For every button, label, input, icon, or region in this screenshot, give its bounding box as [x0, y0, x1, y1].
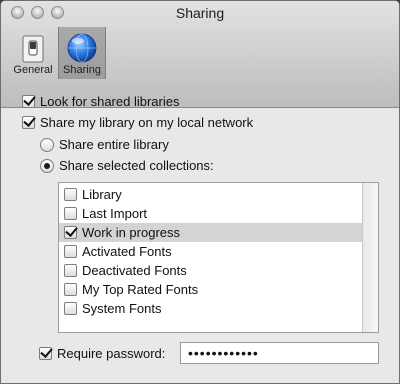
collection-label: Library	[82, 187, 122, 202]
toolbar-label-general: General	[13, 64, 53, 76]
toolbar-item-general[interactable]: General	[10, 27, 56, 79]
list-item[interactable]: System Fonts	[59, 299, 362, 318]
collection-checkbox[interactable]	[64, 226, 77, 239]
list-item[interactable]: Last Import	[59, 204, 362, 223]
collection-label: Deactivated Fonts	[82, 263, 187, 278]
look-shared-label: Look for shared libraries	[40, 94, 180, 109]
list-item[interactable]: Activated Fonts	[59, 242, 362, 261]
list-scrollbar[interactable]	[362, 183, 378, 332]
list-item[interactable]: Library	[59, 185, 362, 204]
list-item[interactable]: Deactivated Fonts	[59, 261, 362, 280]
collection-label: System Fonts	[82, 301, 162, 316]
look-shared-checkbox[interactable]	[22, 95, 35, 108]
list-item[interactable]: Work in progress	[59, 223, 362, 242]
require-password-checkbox[interactable]	[39, 347, 52, 360]
share-entire-row[interactable]: Share entire library	[40, 137, 169, 152]
window-title: Sharing	[175, 5, 225, 21]
collection-checkbox[interactable]	[64, 264, 77, 277]
sharing-window: Sharing General Sharing Look for shared …	[0, 0, 400, 384]
collection-checkbox[interactable]	[64, 188, 77, 201]
share-library-checkbox[interactable]	[22, 116, 35, 129]
collection-label: Activated Fonts	[82, 244, 172, 259]
collection-checkbox[interactable]	[64, 245, 77, 258]
share-entire-label: Share entire library	[59, 137, 169, 152]
collection-label: My Top Rated Fonts	[82, 282, 199, 297]
require-password-row[interactable]: Require password:	[39, 346, 165, 361]
list-item[interactable]: My Top Rated Fonts	[59, 280, 362, 299]
switch-icon	[22, 35, 44, 63]
require-password-label: Require password:	[57, 346, 166, 361]
look-shared-row[interactable]: Look for shared libraries	[22, 94, 179, 109]
share-entire-radio[interactable]	[40, 137, 54, 152]
collection-label: Last Import	[82, 206, 148, 221]
globe-icon	[67, 33, 97, 63]
share-selected-row[interactable]: Share selected collections:	[40, 158, 214, 173]
collections-list[interactable]: Library Last Import Work in progress Act…	[58, 182, 379, 333]
collection-checkbox[interactable]	[64, 302, 77, 315]
toolbar-item-sharing[interactable]: Sharing	[58, 27, 106, 79]
title-bar: Sharing General Sharing	[1, 1, 399, 108]
collection-checkbox[interactable]	[64, 207, 77, 220]
password-value: ••••••••••••	[188, 345, 259, 361]
collection-checkbox[interactable]	[64, 283, 77, 296]
password-field[interactable]: ••••••••••••	[180, 342, 379, 364]
toolbar-label-sharing: Sharing	[63, 64, 101, 76]
share-selected-label: Share selected collections:	[59, 158, 214, 173]
share-library-row[interactable]: Share my library on my local network	[22, 115, 253, 130]
collection-label: Work in progress	[82, 225, 181, 240]
share-library-label: Share my library on my local network	[40, 115, 254, 130]
share-selected-radio[interactable]	[40, 158, 54, 173]
